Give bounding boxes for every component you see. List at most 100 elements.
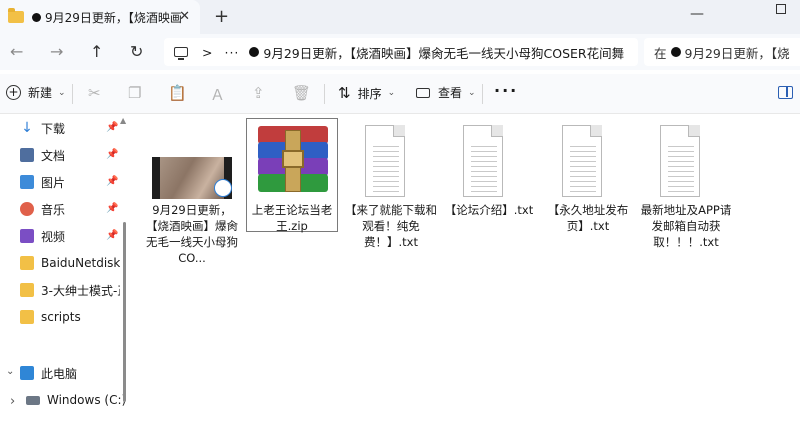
drive-icon (26, 395, 40, 405)
page-fold (393, 125, 405, 137)
scroll-up-arrow[interactable]: ▲ (120, 116, 126, 125)
refresh-button[interactable]: ↻ (130, 42, 143, 61)
file-name: 9月29日更新，【烧酒映画】爆肏无毛一线天小母狗CO... (146, 203, 238, 265)
film-strip-icon (152, 157, 160, 199)
file-name: 【永久地址发布页】.txt (547, 203, 629, 233)
file-name: 最新地址及APP请发邮箱自动获取！！！.txt (640, 203, 732, 249)
breadcrumb-overflow[interactable]: ··· (224, 45, 239, 60)
winrar-archive-icon[interactable] (258, 126, 328, 194)
black-dot-icon (32, 12, 41, 22)
sidebar-scrollbar-thumb[interactable] (123, 222, 126, 402)
toolbar-divider (72, 84, 73, 104)
copy-icon[interactable]: ❐ (128, 84, 141, 102)
page-fold (491, 125, 503, 137)
sidebar-item-label: 下载 (41, 121, 66, 136)
view-icon (416, 87, 430, 98)
folder-icon (20, 256, 34, 270)
text-file-icon[interactable] (463, 125, 503, 197)
folder-icon (20, 310, 34, 324)
folder-icon (20, 283, 34, 297)
navigation-bar: ← → ↑ ↻ > ··· 9月29日更新，【烧酒映画】爆肏无毛一线天小母狗CO… (0, 34, 800, 70)
black-dot-icon (249, 47, 260, 57)
sidebar-item-label: 视频 (41, 229, 66, 244)
document-icon (20, 148, 34, 162)
sidebar-item-downloads[interactable]: ↓ 下载 (20, 118, 120, 138)
archive-buckle (282, 150, 304, 168)
sync-badge-icon (214, 179, 232, 197)
text-file-icon[interactable] (365, 125, 405, 197)
search-placeholder: 9月29日更新，【烧 (684, 45, 790, 61)
computer-icon (174, 47, 188, 60)
video-thumbnail[interactable] (152, 157, 232, 199)
view-button[interactable]: 查看 ⌄ (416, 84, 476, 101)
black-dot-icon (670, 47, 681, 57)
page-fold (688, 125, 700, 137)
sort-button[interactable]: ⇅ 排序 ⌄ (338, 84, 395, 102)
chevron-down-icon: ⌄ (58, 87, 66, 98)
chevron-down-icon: ⌄ (468, 87, 476, 98)
rename-icon[interactable]: Ａ (210, 84, 225, 105)
breadcrumb-separator: > (202, 44, 213, 60)
sidebar-item-baidunetdisk[interactable]: BaiduNetdiskDo (20, 253, 120, 273)
paste-icon[interactable]: 📋 (168, 84, 187, 102)
sidebar-item-gentleman-mode[interactable]: 3-大绅士模式-正云 (20, 280, 120, 300)
maximize-button[interactable] (776, 4, 786, 14)
breadcrumb-current-folder[interactable]: 9月29日更新，【烧酒映画】爆肏无毛一线天小母狗COSER花间舞 (263, 43, 624, 62)
more-options-button[interactable]: ··· (494, 81, 518, 100)
cut-icon[interactable]: ✂ (88, 84, 101, 102)
back-button[interactable]: ← (10, 42, 23, 61)
file-name: 上老王论坛当老王.zip (251, 203, 333, 233)
toolbar-divider (482, 84, 483, 104)
navigation-pane: ↓ 下载 📌 文档 📌 图片 📌 音乐 📌 视频 📌 BaiduNetdiskD… (0, 114, 130, 421)
search-prefix: 在 (654, 45, 667, 61)
sidebar-item-videos[interactable]: 视频 (20, 226, 120, 246)
minimize-button[interactable]: — (690, 6, 704, 22)
sidebar-item-this-pc[interactable]: 此电脑 (20, 363, 120, 383)
tab-title: 9月29日更新，【烧酒映画】 (45, 10, 181, 25)
text-lines (570, 142, 596, 192)
pin-icon: 📌 (106, 176, 119, 187)
toolbar-divider (324, 84, 325, 104)
new-button[interactable]: + 新建 ⌄ (6, 84, 66, 101)
sidebar-item-label: 音乐 (41, 202, 66, 217)
sidebar-item-documents[interactable]: 文档 (20, 145, 120, 165)
sidebar-item-music[interactable]: 音乐 (20, 199, 120, 219)
file-name: 【论坛介绍】.txt (444, 203, 534, 217)
text-lines (668, 142, 694, 192)
forward-button[interactable]: → (50, 42, 63, 61)
file-name: 【来了就能下载和观看！纯免费！】.txt (345, 203, 437, 249)
tab-current-folder[interactable]: 9月29日更新，【烧酒映画】 ✕ (0, 0, 200, 34)
delete-icon[interactable]: 🗑 (292, 84, 311, 102)
sort-icon: ⇅ (338, 84, 351, 102)
address-bar[interactable]: > ··· 9月29日更新，【烧酒映画】爆肏无毛一线天小母狗COSER花间舞 (164, 38, 638, 66)
sidebar-item-label: scripts (41, 310, 81, 324)
title-bar: 9月29日更新，【烧酒映画】 ✕ + — (0, 0, 800, 34)
details-pane-icon[interactable] (778, 86, 793, 99)
new-label: 新建 (28, 86, 53, 100)
sort-label: 排序 (357, 86, 382, 101)
close-tab-button[interactable]: ✕ (179, 9, 190, 24)
text-file-icon[interactable] (660, 125, 700, 197)
sidebar-item-windows-drive[interactable]: Windows (C:) (26, 390, 126, 410)
new-tab-button[interactable]: + (214, 6, 229, 27)
share-icon[interactable]: ⇪ (252, 84, 265, 102)
picture-icon (20, 175, 34, 189)
computer-icon (20, 366, 34, 380)
expand-drive-chevron[interactable]: › (10, 394, 15, 409)
pin-icon: 📌 (106, 203, 119, 214)
expand-this-pc-chevron[interactable]: ⌄ (6, 366, 14, 377)
page-fold (590, 125, 602, 137)
pin-icon: 📌 (106, 122, 119, 133)
download-icon: ↓ (21, 120, 33, 136)
search-input[interactable]: 在 9月29日更新，【烧 (644, 38, 800, 66)
plus-icon: + (6, 85, 21, 100)
text-file-icon[interactable] (562, 125, 602, 197)
sidebar-item-label: BaiduNetdiskDo (41, 256, 120, 270)
chevron-down-icon: ⌄ (387, 88, 396, 98)
up-button[interactable]: ↑ (90, 42, 103, 61)
view-label: 查看 (438, 86, 463, 100)
sidebar-item-pictures[interactable]: 图片 (20, 172, 120, 192)
text-lines (471, 142, 497, 192)
sidebar-item-scripts[interactable]: scripts (20, 307, 120, 327)
folder-icon (8, 8, 24, 23)
